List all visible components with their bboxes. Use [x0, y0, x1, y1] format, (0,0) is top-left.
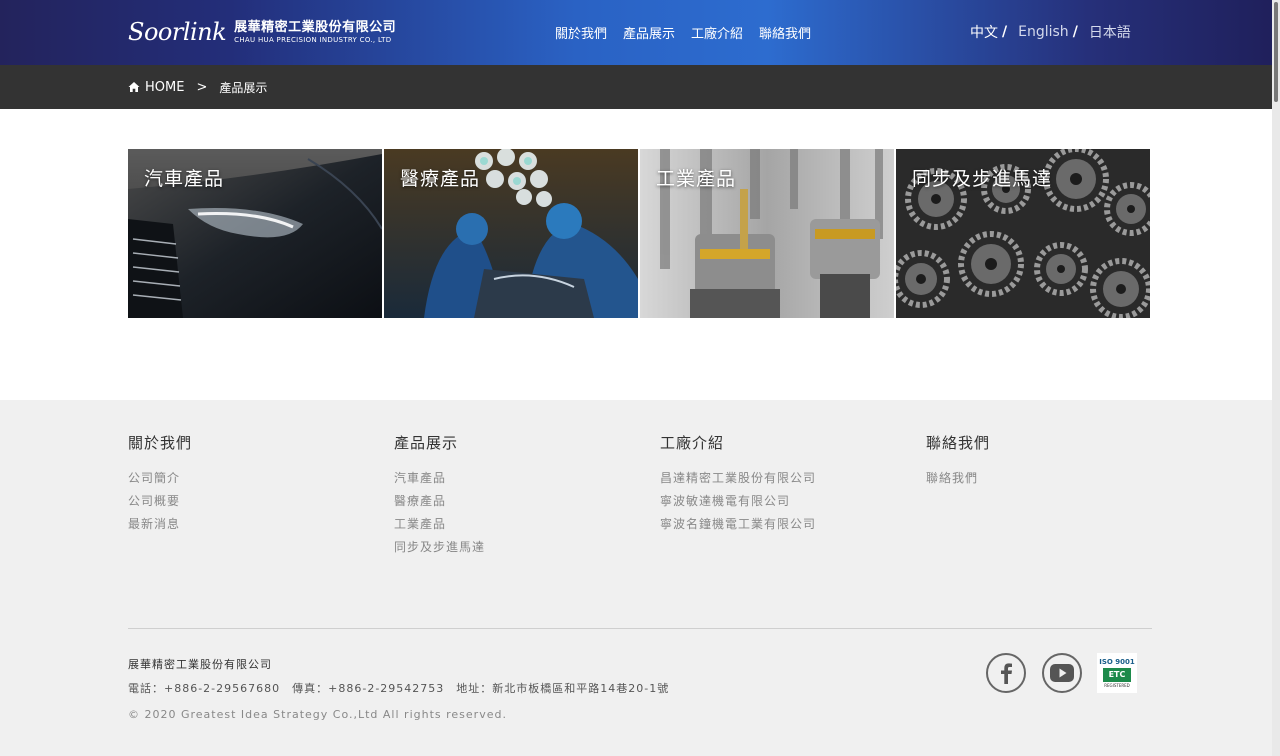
footer-link[interactable]: 寧波敏達機電有限公司 — [660, 490, 900, 513]
footer-link[interactable]: 最新消息 — [128, 513, 368, 536]
main-nav: 關於我們 產品展示 工廠介紹 聯絡我們 — [555, 23, 811, 42]
footer-col-title: 工廠介紹 — [660, 434, 725, 452]
scrollbar-thumb[interactable] — [1274, 2, 1278, 102]
breadcrumb-separator: > — [196, 79, 208, 95]
language-switcher: 中文 / English / 日本語 — [970, 22, 1131, 42]
footer-col-products: 產品展示 汽車產品 醫療產品 工業產品 同步及步進馬達 — [394, 432, 634, 559]
breadcrumb-home[interactable]: HOME — [145, 80, 184, 95]
product-card-industrial[interactable]: 工業產品 — [640, 149, 894, 318]
product-card-label: 醫療產品 — [400, 168, 481, 190]
logo-company-name-en: CHAU HUA PRECISION INDUSTRY CO., LTD — [234, 35, 392, 44]
footer-link[interactable]: 公司簡介 — [128, 467, 368, 490]
footer-phone: 電話：+886-2-29567680 — [128, 682, 281, 695]
site-header: Soorlink 展華精密工業股份有限公司 CHAU HUA PRECISION… — [0, 0, 1280, 65]
nav-products[interactable]: 產品展示 — [623, 23, 675, 42]
product-card-medical[interactable]: 醫療產品 — [384, 149, 638, 318]
footer-col-about: 關於我們 公司簡介 公司概要 最新消息 — [128, 432, 368, 536]
lang-chinese[interactable]: 中文 — [970, 22, 998, 42]
footer-link[interactable]: 聯絡我們 — [926, 467, 1166, 490]
footer-address: 地址：新北市板橋區和平路14巷20-1號 — [456, 682, 670, 695]
logo-mark: Soorlink — [128, 18, 227, 46]
footer-col-title: 聯絡我們 — [926, 434, 991, 452]
product-card-label: 汽車產品 — [144, 168, 225, 190]
footer-col-factory: 工廠介紹 昌達精密工業股份有限公司 寧波敏達機電有限公司 寧波名鐘機電工業有限公… — [660, 432, 900, 536]
page-scrollbar[interactable] — [1272, 0, 1280, 756]
footer-link[interactable]: 工業產品 — [394, 513, 634, 536]
breadcrumb-current: 產品展示 — [219, 80, 268, 95]
footer-link[interactable]: 寧波名鐘機電工業有限公司 — [660, 513, 900, 536]
home-icon[interactable] — [128, 81, 140, 93]
footer-link[interactable]: 昌達精密工業股份有限公司 — [660, 467, 900, 490]
iso-registered: REGISTERED — [1104, 682, 1130, 688]
footer-copyright: © 2020 Greatest Idea Strategy Co.,Ltd Al… — [128, 708, 507, 721]
site-footer: 關於我們 公司簡介 公司概要 最新消息 產品展示 汽車產品 醫療產品 工業產品 … — [0, 400, 1280, 756]
lang-separator: / — [1002, 24, 1008, 40]
iso-certification-badge: ISO 9001 ETC REGISTERED — [1097, 653, 1137, 693]
footer-col-title: 產品展示 — [394, 434, 459, 452]
iso-etc-mark: ETC — [1103, 667, 1131, 682]
iso-label: ISO 9001 — [1099, 657, 1135, 666]
footer-divider — [128, 628, 1152, 629]
footer-company-name: 展華精密工業股份有限公司 — [128, 658, 272, 671]
footer-fax: 傳真：+886-2-29542753 — [292, 682, 445, 695]
nav-about[interactable]: 關於我們 — [555, 23, 607, 42]
nav-contact[interactable]: 聯絡我們 — [759, 23, 811, 42]
product-card-label: 工業產品 — [656, 168, 737, 190]
footer-link[interactable]: 同步及步進馬達 — [394, 536, 634, 559]
logo[interactable]: Soorlink 展華精密工業股份有限公司 CHAU HUA PRECISION… — [128, 16, 396, 48]
footer-col-title: 關於我們 — [128, 434, 193, 452]
lang-english[interactable]: English — [1018, 24, 1069, 40]
footer-contact-info: 電話：+886-2-29567680 傳真：+886-2-29542753 地址… — [128, 680, 669, 696]
lang-separator: / — [1072, 24, 1078, 40]
product-card-label: 同步及步進馬達 — [912, 168, 1053, 190]
breadcrumb: HOME > 產品展示 — [0, 65, 1280, 109]
product-card-automotive[interactable]: 汽車產品 — [128, 149, 382, 318]
youtube-icon[interactable] — [1042, 653, 1082, 693]
footer-link[interactable]: 汽車產品 — [394, 467, 634, 490]
footer-link[interactable]: 公司概要 — [128, 490, 368, 513]
product-card-motors[interactable]: 同步及步進馬達 — [896, 149, 1150, 318]
nav-factory[interactable]: 工廠介紹 — [691, 23, 743, 42]
main-content: 汽車產品 醫療產品 工業產品 同步及步進馬達 — [0, 109, 1280, 400]
product-categories: 汽車產品 醫療產品 工業產品 同步及步進馬達 — [128, 149, 1150, 318]
logo-company-name: 展華精密工業股份有限公司 — [234, 19, 397, 35]
footer-link[interactable]: 醫療產品 — [394, 490, 634, 513]
facebook-icon[interactable] — [986, 653, 1026, 693]
lang-japanese[interactable]: 日本語 — [1089, 22, 1131, 42]
footer-col-contact: 聯絡我們 聯絡我們 — [926, 432, 1166, 490]
